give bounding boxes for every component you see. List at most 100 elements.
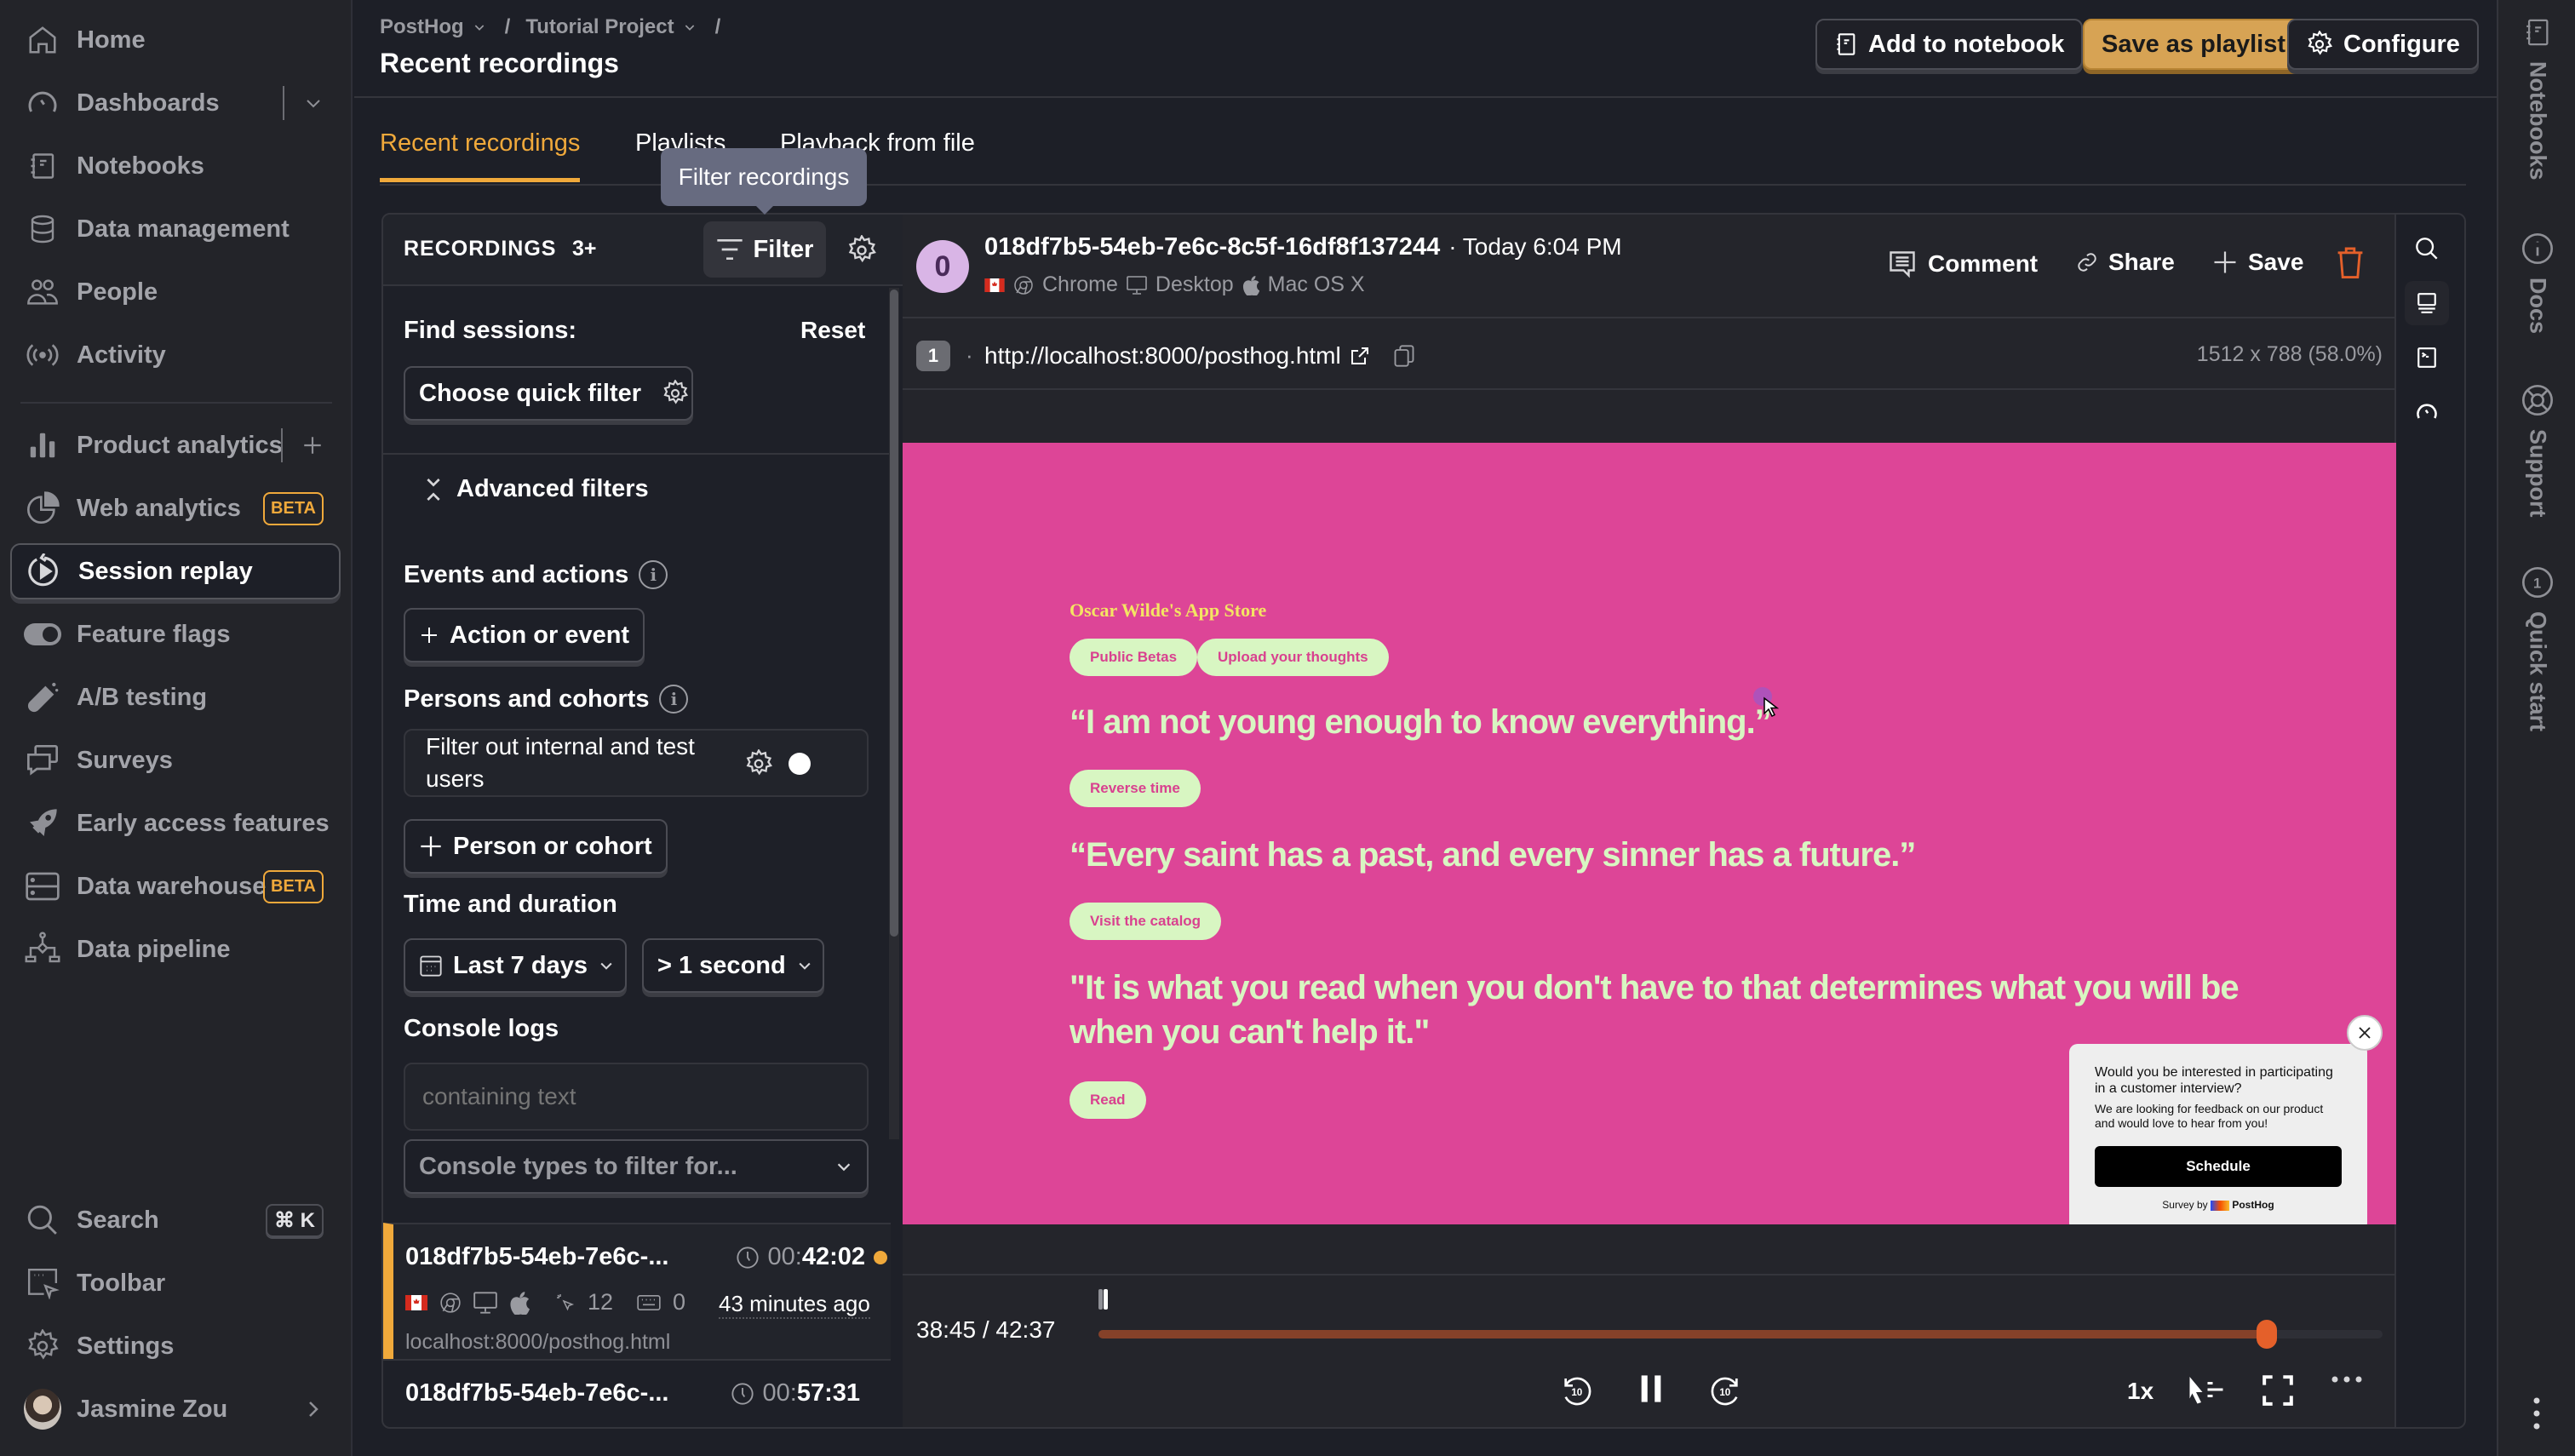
sidebar-item-data-management[interactable]: Data management [10,201,341,257]
quick-filter-settings-icon[interactable] [662,380,689,407]
copy-icon[interactable] [1392,343,1416,369]
sidebar-item-notebooks[interactable]: Notebooks [10,138,341,194]
site-nav-public-betas[interactable]: Public Betas [1070,639,1198,676]
inspector-search-icon[interactable] [2405,226,2449,271]
reset-button[interactable]: Reset [800,317,865,344]
survey-popup: Would you be interested in participating… [2069,1044,2367,1224]
side-panel-notebooks[interactable]: Notebooks [2498,15,2575,181]
add-to-notebook-button[interactable]: Add to notebook [1815,19,2084,70]
sidebar-item-surveys[interactable]: Surveys [10,732,341,788]
tab-recent-recordings[interactable]: Recent recordings [380,129,581,182]
share-button[interactable]: Share [2076,249,2175,276]
recordings-settings-icon[interactable] [846,235,877,266]
inspector-events-icon[interactable] [2405,281,2449,325]
side-panel-more-icon[interactable] [2532,1396,2541,1430]
side-panel-quick-start[interactable]: 1 Quick start [2498,565,2575,731]
breadcrumb: PostHog / Tutorial Project / [380,15,720,39]
gear-icon [24,1327,61,1365]
sidebar-toolbar[interactable]: Toolbar [10,1255,341,1311]
inspector-performance-icon[interactable] [2405,390,2449,434]
fullscreen-icon[interactable] [2262,1374,2294,1407]
inspector-console-icon[interactable] [2405,335,2449,380]
sidebar-item-people[interactable]: People [10,264,341,320]
page-index-badge: 1 [916,341,950,371]
database-icon [24,210,61,248]
filter-button[interactable]: Filter [703,221,826,278]
external-link-icon[interactable] [1350,346,1370,366]
divider [383,453,889,455]
add-person-or-cohort-button[interactable]: Person or cohort [404,819,668,874]
seekbar-handle[interactable] [2256,1320,2277,1349]
survey-footer: Survey by PostHog [2095,1199,2342,1211]
divider [20,402,332,404]
sidebar: Home Dashboards Notebooks Data managemen… [0,0,353,1456]
sidebar-item-activity[interactable]: Activity [10,327,341,383]
apple-icon [1242,275,1259,295]
recordings-count: 3+ [572,237,597,261]
comment-button[interactable]: Comment [1887,249,2038,279]
delete-icon[interactable] [2337,245,2364,279]
sidebar-item-dashboards[interactable]: Dashboards [10,75,341,131]
pipeline-icon [24,931,61,968]
sidebar-item-home[interactable]: Home [10,12,341,68]
scrollbar-thumb[interactable] [890,289,898,937]
filters-scrollbar[interactable] [889,288,899,1139]
rewind-10-icon[interactable]: 10 [1560,1374,1594,1408]
advanced-filters-toggle[interactable]: Advanced filters [424,475,649,503]
playback-speed-button[interactable]: 1x [2127,1378,2153,1405]
replay-icon [26,553,63,590]
sidebar-item-product-analytics[interactable]: Product analytics [10,417,341,473]
forward-10-icon[interactable]: 10 [1708,1374,1742,1408]
chevron-right-icon[interactable] [303,1397,324,1421]
breadcrumb-project[interactable]: Tutorial Project [525,15,674,39]
quick-filter-button[interactable]: Choose quick filter [404,366,693,421]
pause-icon[interactable] [1638,1374,1664,1403]
site-nav-upload-thoughts[interactable]: Upload your thoughts [1197,639,1389,676]
close-icon [2357,1025,2372,1040]
sidebar-user[interactable]: Jasmine Zou [10,1381,341,1437]
replay-viewport[interactable]: Oscar Wilde's App Store Public Betas Upl… [903,443,2396,1224]
sidebar-item-data-warehouse[interactable]: Data warehouse BETA [10,858,341,914]
sidebar-item-feature-flags[interactable]: Feature flags [10,606,341,662]
duration-select[interactable]: > 1 second [642,938,824,993]
date-range-select[interactable]: Last 7 days [404,938,627,993]
site-button-reverse-time[interactable]: Reverse time [1070,770,1201,807]
seekbar-marker-icon [1098,1289,1110,1310]
skip-inactivity-icon[interactable] [2187,1374,2226,1405]
info-icon[interactable]: i [659,685,689,714]
seekbar[interactable] [1098,1320,2383,1349]
more-options-icon[interactable] [2330,1374,2364,1384]
survey-close-button[interactable] [2347,1015,2383,1051]
plus-icon[interactable] [301,434,324,456]
sidebar-item-ab-testing[interactable]: A/B testing [10,669,341,725]
recording-list-item[interactable]: 018df7b5-54eb-7e6c-... 00: 57:31 [383,1359,891,1427]
configure-button[interactable]: Configure [2287,19,2479,70]
sidebar-item-early-access[interactable]: Early access features [10,795,341,851]
survey-schedule-button[interactable]: Schedule [2095,1146,2342,1187]
page-url-link[interactable]: http://localhost:8000/posthog.html [984,342,1341,370]
breadcrumb-organization[interactable]: PostHog [380,15,464,39]
sidebar-item-web-analytics[interactable]: Web analytics BETA [10,480,341,536]
site-button-read[interactable]: Read [1070,1081,1146,1119]
sidebar-item-session-replay[interactable]: Session replay [10,543,341,599]
sidebar-item-data-pipeline[interactable]: Data pipeline [10,921,341,977]
info-icon[interactable]: i [639,560,668,589]
add-action-or-event-button[interactable]: Action or event [404,608,645,662]
internal-filter-settings-icon[interactable] [744,749,773,778]
save-as-playlist-button[interactable]: Save as playlist [2083,19,2305,70]
date-range-value: Last 7 days [453,951,588,979]
sidebar-search[interactable]: Search ⌘ K [10,1192,341,1248]
side-panel-docs[interactable]: Docs [2498,232,2575,334]
console-types-select[interactable]: Console types to filter for... [404,1139,869,1194]
chevron-down-icon[interactable] [303,93,324,113]
os-name: Mac OS X [1267,272,1365,296]
apple-icon [509,1291,530,1315]
recording-list-item[interactable]: 018df7b5-54eb-7e6c-... 00: 42:02 12 0 43 … [383,1223,891,1359]
save-button[interactable]: Save [2212,249,2303,276]
sidebar-settings[interactable]: Settings [10,1318,341,1374]
person-avatar[interactable]: 0 [916,240,969,293]
console-text-input[interactable] [404,1063,869,1131]
side-panel-support[interactable]: Support [2498,383,2575,517]
site-button-visit-catalog[interactable]: Visit the catalog [1070,903,1222,940]
filter-icon [716,238,743,261]
